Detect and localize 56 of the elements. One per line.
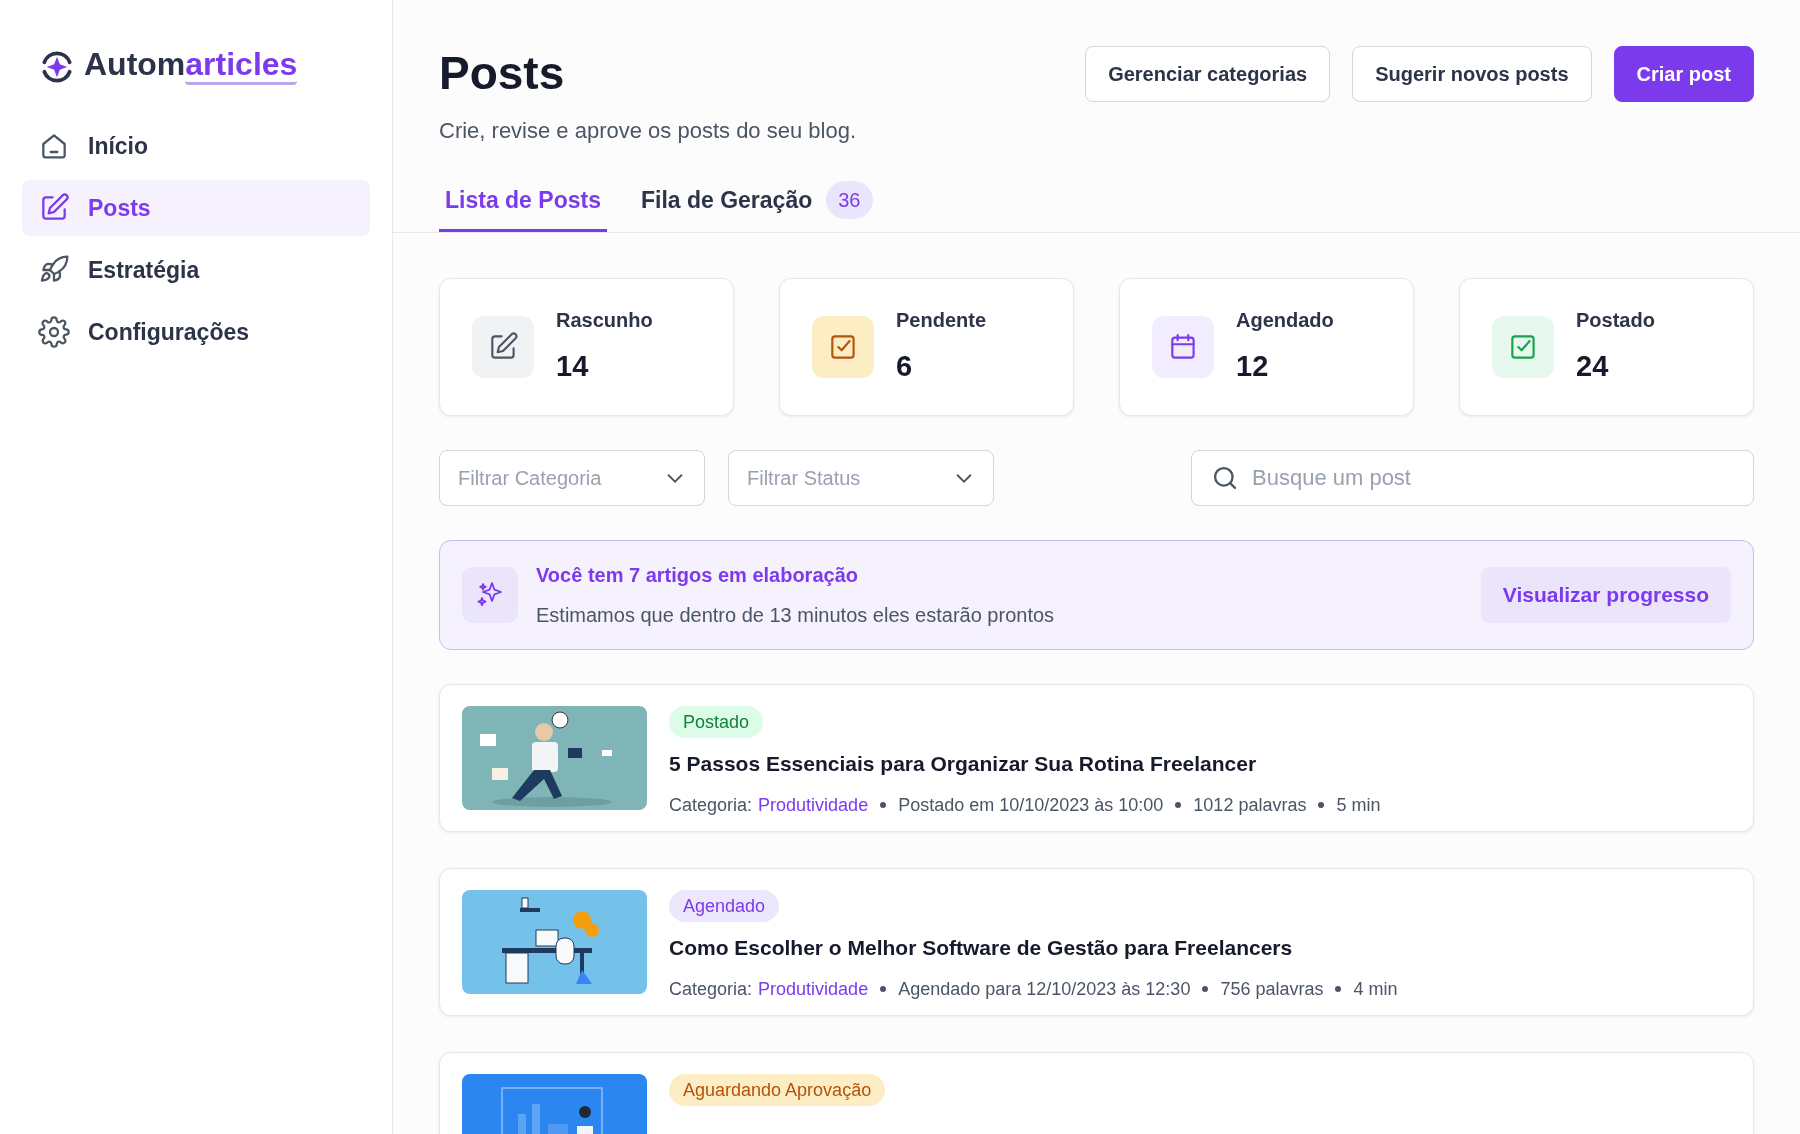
dot-separator-icon [880, 986, 887, 992]
post-title[interactable]: Como Escolher o Melhor Software de Gestão para Freelancers [669, 932, 1293, 964]
checkbox-icon [1492, 316, 1554, 378]
nav-item[interactable]: Início [22, 118, 370, 174]
post-meta: Agendado para 12/10/2023 às 12:30 [898, 977, 1191, 1001]
dot-separator-icon [880, 802, 887, 808]
post-card[interactable]: Agendado Como Escolher o Melhor Software de Gestão para Freelancers Categoria: Produtividade Agendado para 12/10/2023 às 12:30 756 palavras 4 min [439, 868, 1754, 1016]
checkbox-icon [812, 316, 874, 378]
page-title: Posts [439, 50, 566, 96]
status-badge: Agendado [669, 890, 780, 922]
view-progress-button[interactable]: Visualizar progresso [1480, 567, 1731, 623]
stat-value: 24 [1576, 349, 1610, 385]
count-badge: 36 [826, 181, 873, 219]
search-field[interactable]: Busque um post [1191, 450, 1754, 506]
stat-label: Rascunho [556, 308, 653, 334]
stat-label: Pendente [896, 308, 987, 334]
header-button[interactable]: Sugerir novos posts [1352, 46, 1592, 102]
edit-icon [472, 316, 534, 378]
post-meta: 4 min [1353, 977, 1398, 1001]
post-meta: 1012 palavras [1193, 793, 1307, 817]
post-title[interactable]: 5 Passos Essenciais para Organizar Sua Rotina Freelancer [669, 748, 1257, 780]
logo-text: Automarticles [84, 48, 298, 86]
tab[interactable]: Lista de Posts [439, 181, 607, 232]
sparkles-icon [462, 567, 518, 623]
page-subtitle: Crie, revise e aprove os posts do seu blog. [439, 117, 856, 145]
create-post-button[interactable]: Criar post [1613, 46, 1754, 102]
category-label: Categoria: [669, 977, 753, 1001]
post-card[interactable]: Aguardando Aprovação [439, 1052, 1754, 1134]
dot-separator-icon [1202, 986, 1209, 992]
stat-value: 6 [896, 349, 914, 385]
stat-label: Postado [1576, 308, 1655, 334]
banner-title: Você tem 7 artigos em elaboração [536, 563, 859, 588]
stat-value: 14 [556, 349, 590, 385]
header-button[interactable]: Gerenciar categorias [1085, 46, 1331, 102]
tab[interactable]: Fila de Geração 36 [634, 181, 879, 232]
dot-separator-icon [1335, 986, 1342, 992]
banner-text: Estimamos que dentro de 13 minutos eles estarão prontos [536, 603, 1056, 628]
post-meta: 5 min [1336, 793, 1381, 817]
nav-item[interactable]: Configurações [22, 304, 370, 360]
dot-separator-icon [1318, 802, 1325, 808]
settings-icon [38, 316, 70, 348]
status-badge: Aguardando Aprovação [669, 1074, 886, 1106]
post-meta: Postado em 10/10/2023 às 10:00 [898, 793, 1164, 817]
stat-value: 12 [1236, 349, 1270, 385]
category-link[interactable]: Produtividade [758, 975, 869, 1003]
nav-item[interactable]: Posts [22, 180, 370, 236]
calendar-icon [1152, 316, 1214, 378]
search-icon [1211, 464, 1239, 492]
category-label: Categoria: [669, 793, 753, 817]
dot-separator-icon [1175, 802, 1182, 808]
status-badge: Postado [669, 706, 764, 738]
category-link[interactable]: Produtividade [758, 791, 869, 819]
post-meta: 756 palavras [1220, 977, 1324, 1001]
stat-label: Agendado [1236, 308, 1334, 334]
post-card[interactable]: Postado 5 Passos Essenciais para Organizar Sua Rotina Freelancer Categoria: Produtividade Postado em 10/10/2023 às 10:00 1012 palavras 5 min [439, 684, 1754, 832]
nav-item[interactable]: Estratégia [22, 242, 370, 298]
